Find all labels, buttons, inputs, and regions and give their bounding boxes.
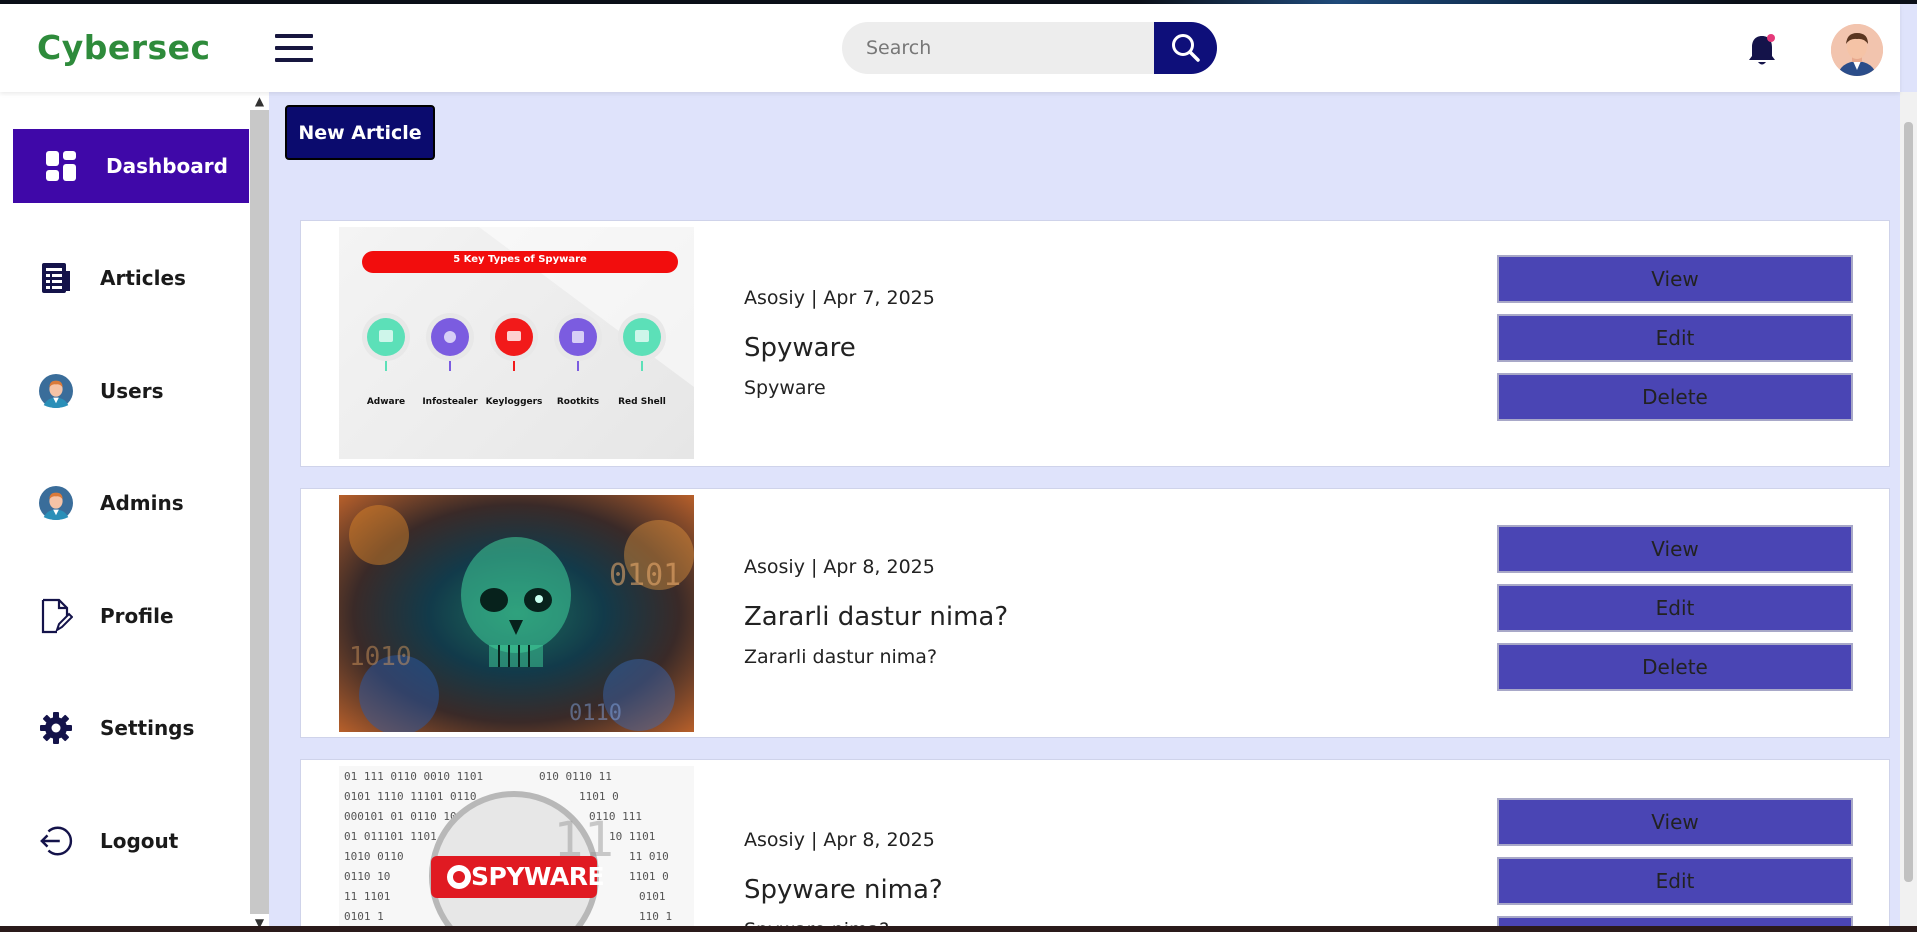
sidebar-item-admins[interactable]: Admins (13, 466, 249, 540)
svg-text:11 010: 11 010 (629, 850, 669, 863)
infographic-label: Adware (366, 397, 406, 407)
window-bottom-strip (0, 926, 1917, 932)
infographic-label: Rootkits (556, 397, 600, 407)
article-title: Spyware nima? (744, 875, 943, 905)
sidebar-item-dashboard[interactable]: Dashboard (13, 129, 249, 203)
app-logo[interactable]: Cybersec (37, 28, 211, 67)
article-card: 0101 1010 0110 Asosiy | Apr 8, 2025 Zara… (300, 488, 1890, 738)
sidebar-item-logout[interactable]: Logout (13, 804, 249, 878)
admin-avatar-icon (39, 486, 73, 520)
dashboard-icon (44, 149, 78, 183)
edit-button[interactable]: Edit (1497, 314, 1853, 362)
svg-text:1101 0: 1101 0 (629, 870, 669, 883)
scrollbar-thumb[interactable] (1904, 122, 1913, 882)
sidebar-scrollbar[interactable]: ▲ ▼ (250, 92, 269, 932)
sidebar-item-profile[interactable]: Profile (13, 579, 249, 653)
article-description: Zararli dastur nima? (744, 646, 938, 668)
svg-text:0101 1110 11101 0110: 0101 1110 11101 0110 (344, 790, 476, 803)
svg-text:0110 10: 0110 10 (344, 870, 390, 883)
article-meta: Asosiy | Apr 8, 2025 (744, 556, 935, 578)
gear-icon (39, 711, 73, 745)
search-button[interactable] (1154, 22, 1217, 74)
view-button[interactable]: View (1497, 525, 1853, 573)
logout-icon (39, 824, 73, 858)
delete-button[interactable]: Delete (1497, 373, 1853, 421)
view-button[interactable]: View (1497, 798, 1853, 846)
svg-text:11 1101: 11 1101 (344, 890, 390, 903)
sidebar-item-articles[interactable]: Articles (13, 241, 249, 315)
sidebar-item-settings[interactable]: Settings (13, 691, 249, 765)
svg-text:1010: 1010 (349, 642, 412, 672)
svg-text:0101 1: 0101 1 (344, 910, 384, 923)
article-card: 5 Key Types of Spyware Adware Infosteale… (300, 220, 1890, 467)
search-icon (1171, 34, 1200, 62)
scroll-up-arrow-icon[interactable]: ▲ (250, 92, 269, 110)
infographic-heading: 5 Key Types of Spyware (453, 254, 587, 265)
article-title: Zararli dastur nima? (744, 602, 1009, 632)
user-avatar-icon (39, 374, 73, 408)
article-card: 01 111 0110 0010 1101 010 0110 11 0101 1… (300, 759, 1890, 932)
article-thumbnail[interactable]: 01 111 0110 0010 1101 010 0110 11 0101 1… (339, 766, 694, 931)
article-thumbnail[interactable]: 0101 1010 0110 (339, 495, 694, 732)
sidebar-item-label: Users (100, 379, 164, 403)
svg-text:10 1101: 10 1101 (609, 830, 655, 843)
svg-text:000101 01 0110 10: 000101 01 0110 10 (344, 810, 457, 823)
article-title: Spyware (744, 333, 856, 363)
svg-text:1101 0: 1101 0 (579, 790, 619, 803)
article-thumbnail[interactable]: 5 Key Types of Spyware Adware Infosteale… (339, 227, 694, 459)
infographic-label: Infostealer (422, 397, 478, 407)
search-input[interactable] (842, 22, 1162, 74)
article-description: Spyware (744, 377, 826, 399)
svg-text:1010 0110: 1010 0110 (344, 850, 404, 863)
hamburger-menu-icon[interactable] (275, 34, 313, 64)
svg-text:110 1: 110 1 (639, 910, 672, 923)
sidebar-item-label: Profile (100, 604, 174, 628)
top-header: Cybersec (0, 4, 1900, 92)
sidebar-item-users[interactable]: Users (13, 354, 249, 428)
infographic-label: Keyloggers (485, 397, 543, 407)
edit-button[interactable]: Edit (1497, 857, 1853, 905)
svg-text:01 111 0110 0010 1101: 01 111 0110 0010 1101 (344, 770, 483, 783)
svg-text:0110: 0110 (569, 701, 622, 726)
notification-bell-icon[interactable] (1746, 32, 1778, 68)
infographic-label: Red Shell (618, 397, 666, 407)
sidebar-item-label: Logout (100, 829, 179, 853)
user-avatar[interactable] (1831, 24, 1883, 76)
edit-button[interactable]: Edit (1497, 584, 1853, 632)
spyware-badge-text: SPYWARE (471, 862, 605, 891)
view-button[interactable]: View (1497, 255, 1853, 303)
page-scrollbar[interactable] (1900, 92, 1917, 932)
article-meta: Asosiy | Apr 8, 2025 (744, 829, 935, 851)
sidebar-item-label: Articles (100, 266, 186, 290)
sidebar: Dashboard Articles Users Admins Profile … (0, 92, 250, 932)
svg-text:0101: 0101 (639, 890, 666, 903)
sidebar-item-label: Dashboard (106, 154, 228, 178)
svg-text:01 011101 1101: 01 011101 1101 (344, 830, 437, 843)
svg-text:010 0110 11: 010 0110 11 (539, 770, 612, 783)
sidebar-item-label: Settings (100, 716, 195, 740)
new-article-button[interactable]: New Article (285, 105, 435, 160)
article-meta: Asosiy | Apr 7, 2025 (744, 287, 935, 309)
profile-edit-icon (39, 598, 73, 634)
articles-icon (39, 261, 73, 295)
delete-button[interactable]: Delete (1497, 643, 1853, 691)
sidebar-item-label: Admins (100, 491, 184, 515)
svg-text:0101: 0101 (609, 558, 681, 593)
search-bar (842, 22, 1217, 74)
